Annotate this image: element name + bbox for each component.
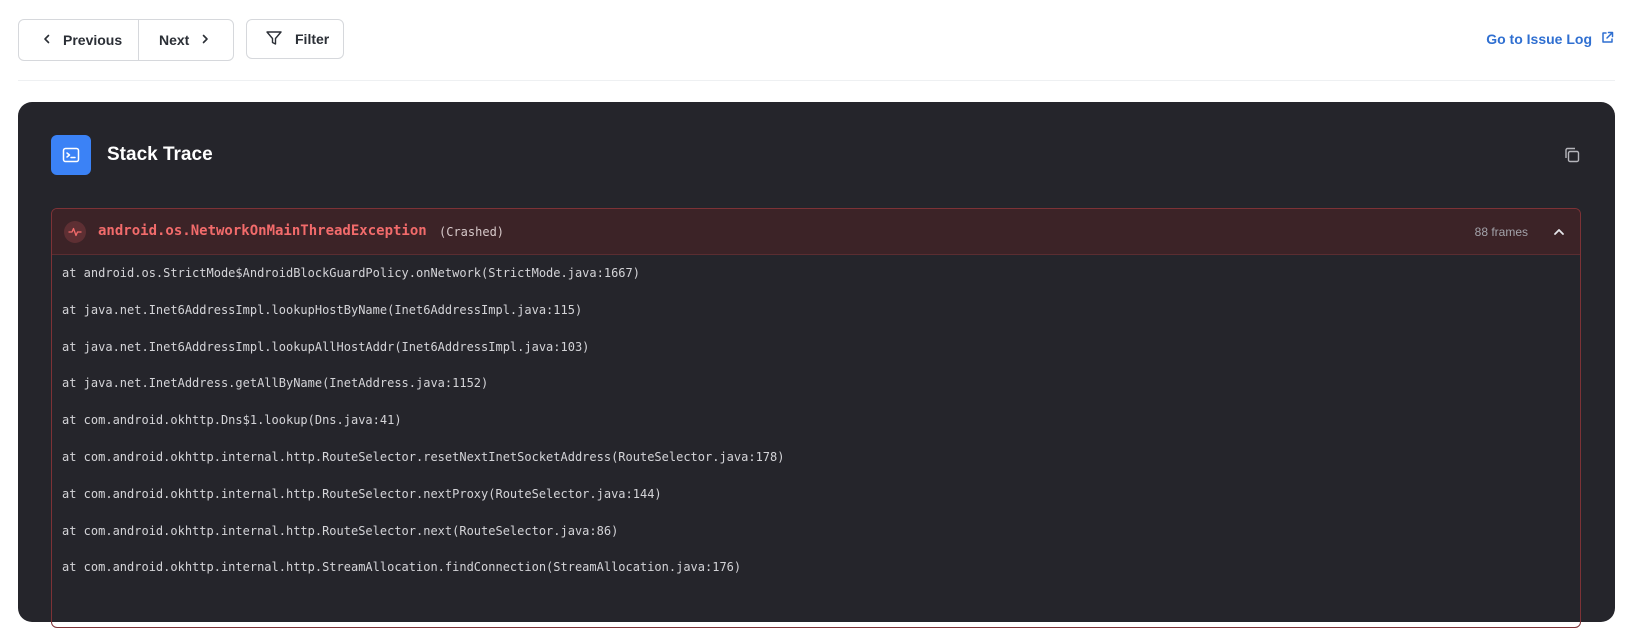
chevron-up-icon[interactable]	[1551, 224, 1567, 240]
filter-label: Filter	[295, 31, 330, 47]
frame-list: at android.os.StrictMode$AndroidBlockGua…	[52, 255, 1580, 596]
frame-line: at com.android.okhttp.internal.http.Rout…	[62, 523, 619, 538]
external-link-icon	[1600, 30, 1615, 48]
frame-line: at android.os.StrictMode$AndroidBlockGua…	[62, 266, 640, 280]
divider	[18, 80, 1615, 81]
pulse-icon	[64, 221, 86, 243]
funnel-icon	[265, 29, 283, 50]
exception-block: android.os.NetworkOnMainThreadException …	[51, 208, 1581, 628]
filter-button[interactable]: Filter	[246, 19, 344, 59]
chevron-right-icon	[199, 32, 211, 48]
next-button[interactable]: Next	[139, 20, 233, 60]
pagination-group: Previous Next	[18, 19, 234, 61]
exception-name: android.os.NetworkOnMainThreadException	[98, 223, 427, 239]
frame-line: at com.android.okhttp.Dns$1.lookup(Dns.j…	[62, 413, 402, 428]
frame-line: at java.net.Inet6AddressImpl.lookupAllHo…	[62, 339, 590, 354]
frames-count: 88 frames	[1474, 225, 1528, 239]
previous-button[interactable]: Previous	[19, 20, 139, 60]
copy-icon[interactable]	[1562, 145, 1582, 165]
exception-header[interactable]: android.os.NetworkOnMainThreadException …	[52, 209, 1580, 255]
frame-line: at com.android.okhttp.internal.http.Stre…	[62, 560, 742, 575]
stack-trace-panel: Stack Trace android.os.NetworkOnMainThre…	[18, 102, 1615, 628]
go-to-issue-log-link[interactable]: Go to Issue Log	[1486, 19, 1615, 59]
frame-line: at java.net.Inet6AddressImpl.lookupHostB…	[62, 302, 583, 317]
frame-line: at com.android.okhttp.internal.http.Rout…	[62, 486, 662, 501]
frame-line: at com.android.okhttp.internal.http.Rout…	[62, 449, 785, 464]
exception-status: (Crashed)	[439, 225, 505, 239]
chevron-left-icon	[41, 32, 53, 48]
toolbar: Previous Next Filter Go to Issue Log	[18, 19, 1615, 61]
next-label: Next	[159, 32, 190, 48]
previous-label: Previous	[63, 32, 123, 48]
panel-header: Stack Trace	[51, 135, 1582, 175]
issue-log-label: Go to Issue Log	[1486, 31, 1592, 47]
frame-line: at java.net.InetAddress.getAllByName(Ine…	[62, 376, 489, 391]
panel-title: Stack Trace	[107, 144, 213, 165]
terminal-icon	[51, 135, 91, 175]
